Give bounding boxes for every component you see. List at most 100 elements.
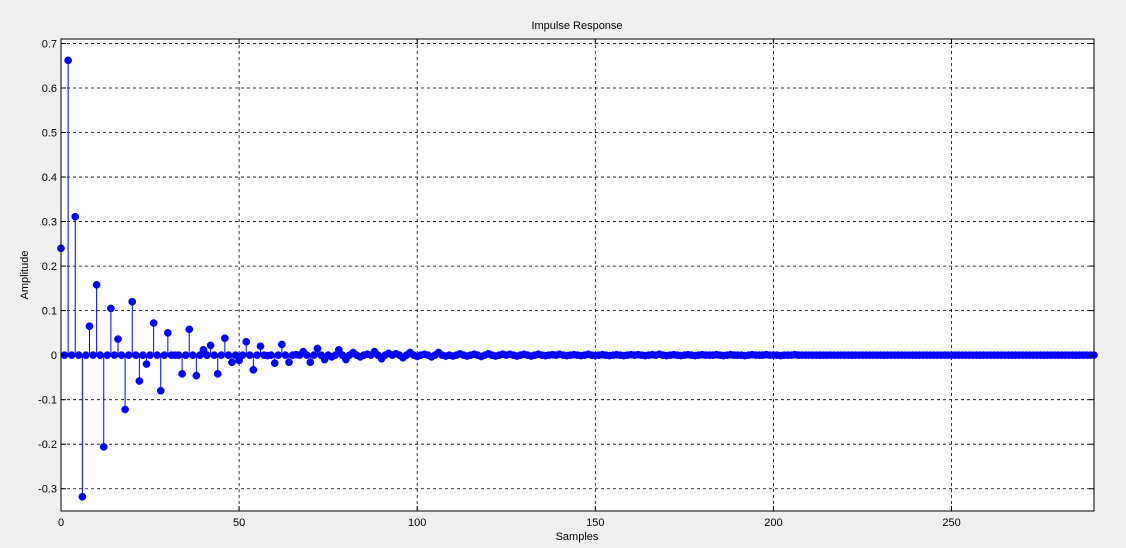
stem-marker <box>203 351 211 360</box>
stem-marker <box>908 351 917 360</box>
stem-marker <box>185 325 194 334</box>
stem-marker <box>224 351 233 360</box>
stem-marker <box>552 351 560 360</box>
stem-marker <box>92 280 101 289</box>
stem-marker <box>281 351 290 360</box>
stem-marker <box>82 351 90 360</box>
stem-marker <box>260 351 268 360</box>
stem-marker <box>559 351 568 360</box>
stem-marker <box>228 358 236 367</box>
stem-marker <box>630 351 639 360</box>
stem-marker <box>666 351 674 360</box>
stem-marker <box>142 360 151 368</box>
stem-marker <box>794 351 803 360</box>
y-tick-label: -0.1 <box>38 395 57 407</box>
stem-marker <box>538 351 546 360</box>
y-tick-label: -0.2 <box>38 439 57 451</box>
stem-marker <box>901 351 910 360</box>
stem-marker <box>972 351 981 360</box>
stem-marker <box>858 351 867 360</box>
stem-marker <box>196 351 204 360</box>
chart-title: Impulse Response <box>531 20 622 32</box>
x-tick-label: 150 <box>586 517 604 529</box>
stem-marker <box>545 351 553 360</box>
stem-marker <box>181 351 190 360</box>
stem-marker <box>944 351 952 360</box>
stem-marker <box>242 337 251 346</box>
stem-marker <box>1036 351 1045 360</box>
y-tick-label: 0.7 <box>42 38 57 50</box>
stem-marker <box>1001 351 1009 360</box>
stem-marker <box>124 351 133 360</box>
stem-marker <box>637 351 646 360</box>
stem-marker <box>723 351 731 360</box>
stem-marker <box>210 351 219 360</box>
stem-marker <box>367 351 375 360</box>
stem-marker <box>306 358 315 367</box>
stem-marker <box>602 351 610 360</box>
stem-marker <box>117 351 126 360</box>
stem-marker <box>680 351 689 360</box>
stem-marker <box>324 351 333 360</box>
stem-marker <box>466 351 475 360</box>
x-tick-label: 100 <box>408 517 426 529</box>
stem-marker <box>595 351 603 360</box>
stem-marker <box>573 351 582 360</box>
stem-marker <box>128 297 137 306</box>
stem-marker <box>274 351 283 360</box>
stem-marker <box>894 351 902 360</box>
stem-marker <box>313 344 322 353</box>
stem-marker <box>659 351 667 360</box>
stem-marker <box>473 351 482 360</box>
stem-marker <box>416 351 425 360</box>
stem-marker <box>424 351 432 360</box>
stem-marker <box>758 351 767 360</box>
stem-marker <box>317 351 325 360</box>
stem-marker <box>285 358 293 367</box>
stem-marker <box>256 342 265 351</box>
stem-marker <box>89 351 97 360</box>
stem-marker <box>352 351 361 360</box>
stem-marker <box>71 212 80 221</box>
stem-marker <box>751 351 760 360</box>
stem-marker <box>1079 351 1088 360</box>
stem-marker <box>488 351 496 360</box>
stem-marker <box>523 351 532 360</box>
stem-marker <box>644 351 653 360</box>
stem-marker <box>958 351 967 360</box>
stem-marker <box>773 351 781 360</box>
stem-marker <box>302 351 311 360</box>
x-tick-label: 250 <box>942 517 960 529</box>
y-tick-label: 0 <box>51 350 57 362</box>
stem-marker <box>167 351 176 360</box>
stem-marker <box>452 351 461 360</box>
stem-marker <box>245 351 254 360</box>
stem-marker <box>431 351 439 360</box>
stem-marker <box>922 351 931 360</box>
y-tick-label: 0.2 <box>42 261 57 273</box>
stem-marker <box>74 351 83 360</box>
y-tick-label: -0.3 <box>38 484 57 496</box>
stem-marker <box>929 351 938 360</box>
stem-marker <box>445 351 454 360</box>
stem-marker <box>609 351 617 360</box>
x-tick-label: 0 <box>58 517 64 529</box>
stem-marker <box>1015 351 1024 360</box>
stem-marker <box>502 351 511 360</box>
x-axis-label: Samples <box>556 531 599 543</box>
stem-marker <box>830 351 838 360</box>
stem-marker <box>131 351 140 360</box>
stem-marker <box>673 351 682 360</box>
stem-marker <box>153 351 162 360</box>
stem-marker <box>580 351 589 360</box>
x-tick-label: 50 <box>233 517 245 529</box>
stem-marker <box>213 370 222 378</box>
stem-marker <box>345 351 354 360</box>
stem-marker <box>965 351 974 360</box>
stem-marker <box>402 351 411 360</box>
stem-marker <box>844 351 853 360</box>
stem-marker <box>409 351 418 360</box>
stem-marker <box>249 365 258 374</box>
stem-marker <box>288 351 297 360</box>
stem-marker <box>851 351 860 360</box>
